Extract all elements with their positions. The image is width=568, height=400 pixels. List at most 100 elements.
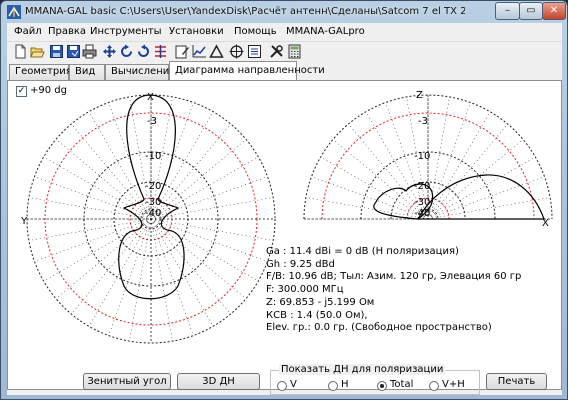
align-icon[interactable] (247, 44, 262, 59)
calculator-icon[interactable] (287, 44, 302, 59)
tab-calculations[interactable]: Вычисления (105, 64, 175, 80)
pattern-3d-button[interactable]: 3D ДН (177, 373, 260, 390)
grid-spoke (150, 218, 194, 336)
grid-spoke (150, 197, 274, 220)
tab-geometry[interactable]: Геометрия (9, 64, 72, 80)
open-folder-icon[interactable] (30, 44, 45, 59)
grid-spoke (43, 218, 152, 282)
pattern-panel: ✓ +90 dg X Y -3 -10 -20 -30 -40 Z X -3 -… (7, 80, 562, 390)
radio-total-label: Total (390, 379, 414, 390)
radio-v-plus-h[interactable] (429, 381, 439, 391)
grid-spoke (150, 123, 231, 220)
grid-spoke (43, 156, 152, 220)
radio-h[interactable] (328, 381, 338, 391)
menu-settings[interactable]: Установки (169, 26, 224, 37)
chart-icon[interactable] (192, 44, 207, 59)
zenith-angle-button[interactable]: Зенитный угол (83, 373, 171, 390)
grid-spoke (88, 111, 152, 220)
right-db-label-40: -40 (414, 208, 430, 219)
menu-tools[interactable]: Инструменты (90, 26, 162, 37)
tab-view[interactable]: Вид (69, 64, 105, 80)
rotate-back-icon[interactable] (136, 44, 151, 59)
right-db-label-30: -30 (414, 197, 430, 208)
info-frequency: F: 300.000 МГц (266, 284, 344, 296)
left-plot-labels: X Y -3 -10 -20 -30 -40 (20, 92, 161, 227)
right-db-label-10: -10 (414, 151, 430, 162)
grid-spoke (150, 139, 247, 220)
grid-spoke (34, 176, 152, 220)
grid-spoke (150, 176, 268, 220)
menu-file[interactable]: Файл (14, 26, 42, 37)
tab-strip: Геометрия Вид Вычисления Диаграмма напра… (7, 61, 562, 80)
radio-v-plus-h-label: V+H (442, 379, 465, 390)
print-button[interactable]: Печать (486, 373, 547, 390)
info-swr: КСВ : 1.4 (50.0 Ом), (266, 309, 368, 321)
grid-spoke (150, 218, 259, 282)
title-bar[interactable]: MMANA-GAL basic C:\Users\User\YandexDisk… (1, 1, 567, 23)
grid-spoke (150, 218, 231, 315)
radio-v[interactable] (277, 381, 287, 391)
grid-spoke (150, 218, 274, 241)
edit-icon[interactable] (175, 44, 190, 59)
right-axis-z-label: Z (416, 90, 423, 101)
grid-spoke (311, 176, 429, 220)
radio-h-label: H (341, 379, 349, 390)
info-impedance: Z: 69.853 - j5.199 Ом (266, 296, 375, 308)
left-db-label-3: -3 (147, 116, 157, 127)
grid-spoke (320, 156, 429, 220)
menu-help[interactable]: Помощь (234, 26, 277, 37)
info-front-back: F/B: 10.96 dB; Тыл: Азим. 120 гр, Элевац… (266, 271, 522, 283)
left-db-label-20: -20 (145, 181, 161, 192)
grid-spoke (427, 123, 508, 220)
menu-mmana-galpro[interactable]: MMANA-GALpro (286, 26, 365, 37)
triangle-icon[interactable] (209, 44, 224, 59)
grid-spoke (427, 102, 471, 220)
grid-spoke (150, 218, 268, 262)
left-axis-y-label: Y (20, 216, 28, 227)
toolbar (7, 41, 562, 60)
menu-bar: Файл Правка Инструменты Установки Помощь… (7, 23, 562, 41)
tab-radiation-pattern[interactable]: Диаграмма направленности (169, 61, 325, 80)
wires-table-icon[interactable] (153, 44, 168, 59)
close-button[interactable]: ✕ (542, 2, 566, 20)
grid-spoke (71, 123, 152, 220)
left-axis-x-label: X (147, 92, 154, 103)
menu-edit[interactable]: Правка (48, 26, 86, 37)
grid-spoke (108, 218, 152, 336)
radio-v-label: V (290, 379, 297, 390)
vertical-main-lobe (416, 174, 545, 220)
move-icon[interactable] (102, 44, 117, 59)
polarization-group: Показать ДН для поляризации V H Total V+… (270, 364, 480, 395)
horizontal-plane-grid (26, 94, 276, 344)
print-icon[interactable] (82, 44, 97, 59)
polarization-group-title: Показать ДН для поляризации (279, 364, 446, 375)
grid-spoke (150, 218, 247, 299)
target-icon[interactable] (229, 44, 244, 59)
radio-total[interactable] (377, 381, 387, 391)
minimize-button[interactable]: – (495, 2, 520, 20)
pattern-info: Ga : 11.4 dBi = 0 dB (Н поляризация) Gh … (266, 246, 521, 335)
right-db-label-20: -20 (414, 181, 430, 192)
new-file-icon[interactable] (13, 44, 28, 59)
save-as-icon[interactable] (66, 44, 81, 59)
grid-spoke (427, 176, 545, 220)
window-title: MMANA-GAL basic C:\Users\User\YandexDisk… (25, 6, 465, 17)
client-area: Файл Правка Инструменты Установки Помощь… (7, 23, 562, 395)
grid-spoke (55, 139, 152, 220)
grid-spoke (427, 156, 536, 220)
grid-spoke (150, 156, 259, 220)
grid-spoke (71, 218, 152, 315)
tools-icon[interactable] (269, 44, 284, 59)
info-gain-dbd: Gh : 9.25 dBd (266, 258, 335, 270)
app-window: MMANA-GAL basic C:\Users\User\YandexDisk… (0, 0, 568, 400)
save-icon[interactable] (49, 44, 64, 59)
info-elevation: Elev. гр.: 0.0 гр. (Свободное пространст… (266, 322, 492, 334)
maximize-button[interactable]: ▭ (519, 2, 543, 20)
grid-spoke (305, 197, 429, 220)
left-db-label-40: -40 (145, 208, 161, 219)
grid-spoke (55, 218, 152, 299)
rotate-icon[interactable] (119, 44, 134, 59)
grid-spoke (427, 197, 551, 220)
grid-spoke (427, 111, 491, 220)
app-icon (7, 5, 21, 19)
